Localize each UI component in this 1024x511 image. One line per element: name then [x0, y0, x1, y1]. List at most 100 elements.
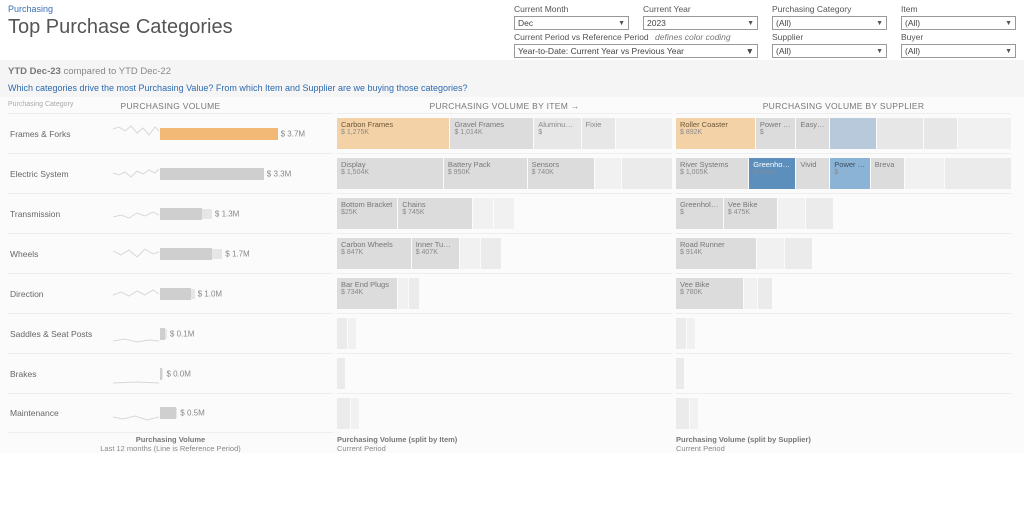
- supplier-cell[interactable]: Easy Riders: [796, 118, 829, 149]
- supplier-cell: [778, 198, 805, 229]
- supplier-cell: [676, 358, 684, 389]
- item-cell[interactable]: Aluminum Frames$: [534, 118, 580, 149]
- column-header-by-item: PURCHASING VOLUME BY ITEM →: [337, 97, 672, 113]
- item-cell: [473, 198, 493, 229]
- supplier-cell-name: Vee Bike: [728, 201, 774, 209]
- bar-area: $ 1.0M: [160, 282, 333, 306]
- item-cell: [622, 158, 672, 189]
- item-cell-value: $: [538, 129, 576, 136]
- item-cell[interactable]: Display$ 1,504K: [337, 158, 443, 189]
- category-row[interactable]: Transmission $ 1.3M: [8, 193, 333, 233]
- filter-supplier-select[interactable]: (All)▼: [772, 44, 887, 58]
- breadcrumb[interactable]: Purchasing: [8, 4, 233, 14]
- bar-current: [160, 128, 278, 140]
- supplier-cell[interactable]: Power Bikes$: [756, 118, 796, 149]
- item-cell[interactable]: Carbon Frames$ 1,275K: [337, 118, 449, 149]
- filter-buyer-select[interactable]: (All)▼: [901, 44, 1016, 58]
- item-cell[interactable]: Chains$ 745K: [398, 198, 472, 229]
- supplier-cell-name: Road Runner: [680, 241, 752, 249]
- bar-area: $ 1.3M: [160, 202, 333, 226]
- corner-label: Purchasing Category: [8, 101, 73, 108]
- bar-current: [160, 407, 176, 419]
- supplier-cell[interactable]: River Systems$ 1,005K: [676, 158, 748, 189]
- title-block: Purchasing Top Purchase Categories: [8, 4, 233, 58]
- item-cell-name: Carbon Frames: [341, 121, 445, 129]
- supplier-cell-name: Easy Riders: [800, 121, 825, 129]
- category-row[interactable]: Direction $ 1.0M: [8, 273, 333, 313]
- item-cell-name: Fixie: [586, 121, 611, 129]
- supplier-cell[interactable]: Roller Coaster$ 892K: [676, 118, 755, 149]
- item-cell-value: $25K: [341, 209, 393, 216]
- supplier-cell-name: Vivid: [800, 161, 825, 169]
- item-cell-name: Display: [341, 161, 439, 169]
- bar-value-label: $ 1.7M: [225, 249, 249, 258]
- item-cell: [409, 278, 419, 309]
- bar-area: $ 0.0M: [160, 362, 333, 386]
- supplier-row: Vee Bike$ 780K: [676, 273, 1011, 313]
- category-row[interactable]: Wheels$ 1.7M: [8, 233, 333, 273]
- supplier-cell[interactable]: Greenholt Group$: [676, 198, 723, 229]
- item-cell-name: Aluminum Frames: [538, 121, 576, 129]
- category-row[interactable]: Saddles & Seat Posts$ 0.1M: [8, 313, 333, 353]
- bar-value-label: $ 1.3M: [215, 209, 239, 218]
- question-line: Which categories drive the most Purchasi…: [8, 83, 1016, 93]
- item-cell[interactable]: Fixie: [582, 118, 615, 149]
- supplier-cell[interactable]: Road Runner$ 914K: [676, 238, 756, 269]
- item-cell[interactable]: Sensors$ 740K: [528, 158, 594, 189]
- filter-category-select[interactable]: (All)▼: [772, 16, 887, 30]
- category-row[interactable]: Maintenance$ 0.5M: [8, 393, 333, 433]
- bar-area: $ 0.5M: [160, 401, 333, 425]
- supplier-cell[interactable]: Breva: [871, 158, 904, 189]
- supplier-cell-name: Power Bikes: [834, 161, 866, 169]
- supplier-cell[interactable]: Vee Bike$ 475K: [724, 198, 778, 229]
- bar-value-label: $ 0.1M: [170, 329, 194, 338]
- item-cell[interactable]: Bar End Plugs$ 734K: [337, 278, 397, 309]
- bar-value-label: $ 0.0M: [166, 369, 190, 378]
- supplier-cell[interactable]: Greenholt Group$ 440K: [749, 158, 795, 189]
- item-cell-value: $ 950K: [448, 169, 523, 176]
- category-row[interactable]: Electric System$ 3.3M: [8, 153, 333, 193]
- supplier-cell: [830, 118, 876, 149]
- item-cell: [398, 278, 408, 309]
- category-row[interactable]: Frames & Forks$ 3.7M: [8, 113, 333, 153]
- item-cell[interactable]: Battery Pack$ 950K: [444, 158, 527, 189]
- supplier-cell[interactable]: Vee Bike$ 780K: [676, 278, 743, 309]
- item-cell-value: $ 407K: [416, 249, 455, 256]
- category-name: Direction: [8, 289, 112, 299]
- supplier-row: Greenholt Group$Vee Bike$ 475K: [676, 193, 1011, 233]
- item-row: [337, 353, 672, 393]
- filter-year-select[interactable]: 2023▼: [643, 16, 758, 30]
- chevron-down-icon: ▼: [747, 20, 754, 27]
- supplier-cell[interactable]: Vivid: [796, 158, 829, 189]
- filter-item-select[interactable]: (All)▼: [901, 16, 1016, 30]
- item-cell-value: $ 1,504K: [341, 169, 439, 176]
- category-name: Brakes: [8, 369, 112, 379]
- supplier-cell[interactable]: Power Bikes$: [830, 158, 870, 189]
- sparkline: [112, 280, 160, 308]
- item-cell-value: $ 740K: [532, 169, 590, 176]
- supplier-cell-value: $ 914K: [680, 249, 752, 256]
- column-by-item: PURCHASING VOLUME BY ITEM → Carbon Frame…: [337, 97, 672, 453]
- item-cell: [348, 318, 356, 349]
- supplier-cell: [690, 398, 698, 429]
- filter-month-select[interactable]: Dec▼: [514, 16, 629, 30]
- item-cell: [595, 158, 622, 189]
- item-cell[interactable]: Inner Tubes$ 407K: [412, 238, 459, 269]
- supplier-cell-name: Greenholt Group: [680, 201, 719, 209]
- item-cell: [337, 358, 345, 389]
- item-cell-value: $ 1,275K: [341, 129, 445, 136]
- supplier-row: [676, 313, 1011, 353]
- category-name: Transmission: [8, 209, 112, 219]
- item-cell[interactable]: Gravel Frames$ 1,014K: [450, 118, 533, 149]
- chevron-down-icon: ▼: [876, 20, 883, 27]
- filter-period-select[interactable]: Year-to-Date: Current Year vs Previous Y…: [514, 44, 758, 58]
- item-cell[interactable]: Bottom Bracket$25K: [337, 198, 397, 229]
- bar-area: $ 0.1M: [160, 322, 333, 346]
- compare-line: YTD Dec-23 compared to YTD Dec-22: [8, 66, 1016, 77]
- sparkline: [112, 240, 160, 268]
- item-cell-name: Sensors: [532, 161, 590, 169]
- item-cell[interactable]: Carbon Wheels$ 847K: [337, 238, 411, 269]
- filter-year-label: Current Year: [643, 4, 758, 14]
- item-cell-name: Gravel Frames: [454, 121, 529, 129]
- category-row[interactable]: Brakes $ 0.0M: [8, 353, 333, 393]
